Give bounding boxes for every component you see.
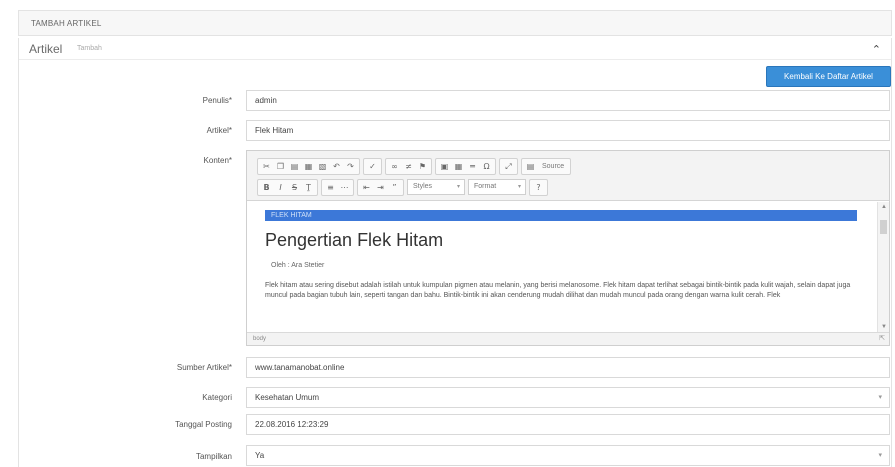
category-select[interactable]: Kesehatan Umum ▾ [246, 387, 890, 408]
author-label: Penulis* [202, 96, 232, 105]
content-byline: Oleh : Ara Stetier [271, 262, 325, 269]
indent-icon[interactable]: ⇥ [374, 181, 387, 194]
outdent-icon[interactable]: ⇤ [360, 181, 373, 194]
article-title-input[interactable]: Flek Hitam [246, 120, 890, 141]
chevron-down-icon: ▾ [878, 452, 882, 459]
post-date-input[interactable]: 22.08.2016 12:23:29 [246, 414, 890, 435]
paste-word-icon[interactable]: ▧ [316, 160, 329, 173]
article-title-label: Artikel* [206, 126, 232, 135]
copy-icon[interactable]: ❐ [274, 160, 287, 173]
source-label: Sumber Artikel* [176, 363, 232, 372]
bold-icon[interactable]: B [260, 181, 273, 194]
panel-header: Artikel Tambah ⌃ [19, 38, 891, 60]
link-icon[interactable]: ∞ [388, 160, 401, 173]
selected-text: FLEK HITAM [265, 210, 857, 221]
chevron-down-icon: ▾ [878, 394, 882, 401]
help-icon[interactable]: ? [532, 181, 545, 194]
source-icon[interactable]: ▤ [524, 160, 537, 173]
back-to-list-button[interactable]: Kembali Ke Daftar Artikel [766, 66, 891, 87]
chevron-down-icon: ▾ [517, 184, 521, 190]
display-value: Ya [255, 451, 265, 460]
scroll-down-icon[interactable]: ▼ [881, 324, 887, 330]
post-date-label: Tanggal Posting [175, 420, 232, 429]
display-label: Tampilkan [195, 452, 232, 461]
anchor-icon[interactable]: ⚑ [416, 160, 429, 173]
category-value: Kesehatan Umum [255, 393, 320, 402]
panel-title: Artikel [29, 42, 63, 56]
blockquote-icon[interactable]: ” [388, 181, 401, 194]
strikethrough-icon[interactable]: S [288, 181, 301, 194]
resize-grip-icon[interactable]: ⇱ [879, 333, 885, 345]
content-label: Konten* [203, 156, 232, 165]
content-paragraph: Flek hitam atau sering disebut adalah is… [265, 282, 851, 299]
table-icon[interactable]: ▦ [452, 160, 465, 173]
display-select[interactable]: Ya ▾ [246, 445, 890, 466]
author-input[interactable]: admin [246, 90, 890, 111]
unlink-icon[interactable]: ≠ [402, 160, 415, 173]
source-button-label[interactable]: Source [538, 163, 568, 170]
panel-subtitle: Tambah [77, 45, 102, 52]
rich-text-editor[interactable]: ✂ ❐ ▤ ▦ ▧ ↶ ↷ ✓ ∞ ≠ ⚑ ▣ ▦ ═ Ω ⤢ ▤ Source… [246, 150, 890, 346]
page-title: TAMBAH ARTIKEL [31, 19, 102, 28]
spellcheck-icon[interactable]: ✓ [366, 160, 379, 173]
paste-icon[interactable]: ▤ [288, 160, 301, 173]
maximize-icon[interactable]: ⤢ [502, 160, 515, 173]
format-dropdown[interactable]: Format ▾ [468, 179, 526, 195]
scrollbar-thumb[interactable] [880, 220, 887, 234]
styles-dropdown[interactable]: Styles ▾ [407, 179, 465, 195]
category-label: Kategori [202, 393, 232, 402]
scroll-up-icon[interactable]: ▲ [881, 204, 887, 210]
element-path[interactable]: body [253, 336, 266, 342]
format-dropdown-label: Format [474, 183, 497, 190]
redo-icon[interactable]: ↷ [344, 160, 357, 173]
chevron-up-icon[interactable]: ⌃ [872, 43, 881, 56]
content-heading: Pengertian Flek Hitam [265, 230, 444, 250]
horizontal-line-icon[interactable]: ═ [466, 160, 479, 173]
paste-text-icon[interactable]: ▦ [302, 160, 315, 173]
editor-toolbar: ✂ ❐ ▤ ▦ ▧ ↶ ↷ ✓ ∞ ≠ ⚑ ▣ ▦ ═ Ω ⤢ ▤ Source… [247, 151, 889, 201]
chevron-down-icon: ▾ [456, 184, 460, 190]
italic-icon[interactable]: I [274, 181, 287, 194]
undo-icon[interactable]: ↶ [330, 160, 343, 173]
remove-format-icon[interactable]: Ṯ [302, 181, 315, 194]
source-input[interactable]: www.tanamanobat.online [246, 357, 890, 378]
editor-content[interactable]: FLEK HITAM Pengertian Flek Hitam Oleh : … [247, 202, 875, 332]
special-char-icon[interactable]: Ω [480, 160, 493, 173]
cut-icon[interactable]: ✂ [260, 160, 273, 173]
image-icon[interactable]: ▣ [438, 160, 451, 173]
bulleted-list-icon[interactable]: ⋯ [338, 181, 351, 194]
styles-dropdown-label: Styles [413, 183, 433, 190]
editor-scrollbar[interactable]: ▲ ▼ [877, 202, 889, 332]
numbered-list-icon[interactable]: ≡ [324, 181, 337, 194]
editor-status-bar: body ⇱ [247, 332, 889, 345]
page-header-bar: TAMBAH ARTIKEL [18, 10, 892, 36]
